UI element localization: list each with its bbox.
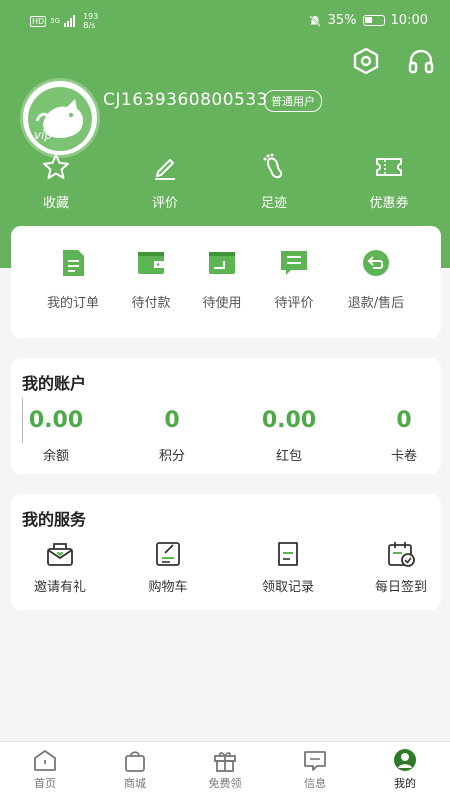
account-label: 余额 [42,449,69,464]
account-red-packet[interactable]: 0.00 红包 [249,408,329,464]
tab-label: 信息 [304,777,326,790]
star-icon [43,154,69,179]
pen-icon [155,159,175,180]
avatar[interactable] [20,78,100,158]
cart-note-icon [156,542,180,566]
order-label: 我的订单 [46,296,99,311]
gift-icon [214,752,236,772]
account-value: 0 [396,408,412,433]
shop-bag-icon [125,751,145,772]
refund-icon [363,250,389,276]
order-label: 退款/售后 [347,296,405,311]
tab-label: 商城 [124,777,146,790]
username: CJ1639360800533 [103,90,268,110]
user-level-badge: 普通用户 [264,90,322,112]
order-to-review[interactable]: 待评价 [254,248,334,311]
calendar-check-icon [388,542,415,567]
quick-action-coupons[interactable]: 优惠券 [349,150,429,211]
account-value: 0.00 [28,408,84,433]
settings-hexagon-icon [353,47,379,75]
account-value: 0 [164,408,180,433]
account-title: 我的账户 [22,374,87,393]
tab-mall[interactable]: 商城 [95,748,175,791]
record-icon [278,542,298,566]
network-speed: 193 B/s [83,12,99,30]
order-list-icon [63,250,84,276]
order-all[interactable]: 我的订单 [33,248,113,311]
service-daily-checkin[interactable]: 每日签到 [356,541,446,595]
account-label: 积分 [158,449,185,464]
card-icon [209,252,235,274]
status-left: HD 5G 193 B/s [30,12,98,30]
vip-label: vip [34,128,53,142]
message-icon [304,751,326,771]
account-balance[interactable]: 0.00 余额 [16,408,96,464]
status-right: 35% 10:00 [308,13,428,28]
headphones-icon [408,49,434,74]
account-value: 0.00 [261,408,317,433]
bottom-tab-bar: 首页 商城 免费领 信息 我的 [0,741,450,800]
comment-icon [281,251,307,275]
tab-home[interactable]: 首页 [5,748,85,791]
quick-action-favorites[interactable]: 收藏 [16,150,96,211]
footprint-icon [263,153,283,179]
hd-badge: HD [30,15,47,27]
tab-label: 免费领 [208,777,242,790]
wallet-icon [138,252,164,274]
battery-icon [362,15,385,26]
quick-action-label: 优惠券 [369,196,409,211]
quick-action-label: 足迹 [260,196,287,211]
customer-service-button[interactable] [404,44,438,78]
order-to-use[interactable]: 待使用 [182,248,262,311]
service-label: 购物车 [148,580,188,595]
services-card: 我的服务 邀请有礼 购物车 领取记录 每日签到 [11,494,441,610]
clock: 10:00 [390,13,428,28]
quick-action-reviews[interactable]: 评价 [125,150,205,211]
quick-action-label: 收藏 [42,196,69,211]
tab-messages[interactable]: 信息 [275,748,355,791]
status-bar: HD 5G 193 B/s 35% 10:00 [0,0,450,40]
tab-mine[interactable]: 我的 [365,748,445,791]
service-claim-records[interactable]: 领取记录 [243,541,333,595]
account-label: 红包 [275,449,302,464]
home-icon [34,750,56,771]
account-card: 我的账户 0.00 余额 0 积分 0.00 红包 0 卡卷 [11,358,441,474]
tab-free[interactable]: 免费领 [185,748,265,791]
account-cards[interactable]: 0 卡卷 [364,408,444,464]
order-refund[interactable]: 退款/售后 [336,248,416,311]
services-title: 我的服务 [22,510,87,529]
service-label: 每日签到 [374,580,427,595]
service-label: 领取记录 [261,580,314,595]
quick-action-label: 评价 [151,196,178,211]
signal-icon [64,15,76,27]
order-pending-payment[interactable]: 待付款 [111,248,191,311]
account-label: 卡卷 [390,449,417,464]
order-label: 待使用 [202,296,242,311]
service-label: 邀请有礼 [33,580,86,595]
quick-action-footprints[interactable]: 足迹 [234,150,314,211]
quick-actions: 收藏 评价 足迹 优惠券 [0,150,450,211]
service-cart[interactable]: 购物车 [123,541,213,595]
envelope-icon [47,543,73,566]
settings-button[interactable] [349,44,383,78]
mute-bell-icon [308,14,321,27]
service-invite[interactable]: 邀请有礼 [15,541,105,595]
coupon-icon [376,158,402,176]
order-label: 待评价 [274,296,314,311]
account-points[interactable]: 0 积分 [132,408,212,464]
order-label: 待付款 [131,296,171,311]
tab-label: 我的 [394,777,416,790]
network-type: 5G [50,17,61,25]
tab-label: 首页 [34,777,56,790]
battery-percent: 35% [327,13,357,28]
orders-card: 我的订单 待付款 待使用 待评价 退款/售后 [11,226,441,338]
profile-icon [394,749,416,771]
